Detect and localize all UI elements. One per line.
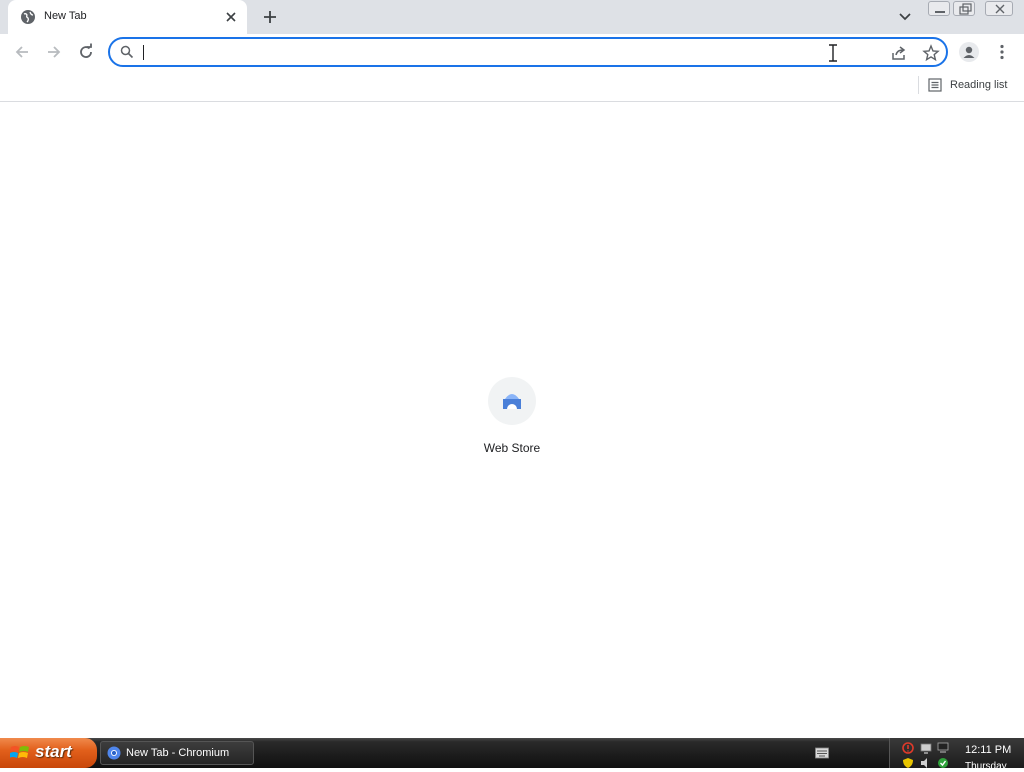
taskbar: start New Tab - Chromium 12:11 PM Thursd… [0,738,1024,772]
bookmark-star-icon[interactable] [922,44,940,62]
keyboard-icon[interactable] [815,747,829,759]
taskbar-window-button[interactable]: New Tab - Chromium [100,741,254,765]
update-icon[interactable] [937,757,949,769]
tab-strip: New Tab [0,0,1024,34]
back-icon[interactable] [12,42,32,62]
share-icon[interactable] [890,44,908,62]
search-icon [120,45,134,59]
system-tray: 12:11 PM Thursday [889,738,1024,772]
toolbar [0,34,1024,70]
network-icon[interactable] [920,742,932,754]
tab-new-tab[interactable]: New Tab [8,0,247,34]
clock-time: 12:11 PM [965,744,1012,756]
menu-kebab-icon[interactable] [992,42,1012,62]
web-store-icon [488,377,536,425]
reading-list-button[interactable]: Reading list [928,74,1007,96]
minimize-button[interactable] [928,1,950,16]
forward-icon[interactable] [44,42,64,62]
address-bar[interactable] [108,37,948,67]
text-caret [143,45,144,60]
taskbar-window-label: New Tab - Chromium [126,747,230,759]
chromium-icon [107,746,121,760]
text-cursor-icon [829,44,837,62]
shield-icon[interactable] [902,757,914,769]
monitor-icon[interactable] [937,742,949,754]
chevron-down-icon[interactable] [896,9,914,25]
tab-title: New Tab [44,10,87,22]
reading-list-label: Reading list [950,79,1008,91]
shortcut-label: Web Store [483,441,541,455]
globe-icon [21,10,35,24]
start-label: start [35,742,72,761]
bookmarks-divider [918,76,919,94]
security-alert-icon[interactable] [902,742,914,754]
reload-icon[interactable] [76,42,96,62]
close-icon[interactable] [223,9,239,25]
bookmarks-bar: Reading list [0,70,1024,102]
shortcut-web-store[interactable]: Web Store [472,375,552,461]
omnibox-input[interactable] [142,41,822,63]
new-tab-button[interactable] [260,7,280,27]
volume-icon[interactable] [920,757,932,769]
start-button[interactable]: start [0,738,97,768]
window-close-button[interactable] [985,1,1013,16]
windows-logo-icon [10,746,29,758]
clock-day: Thursday [965,761,1007,772]
restore-button[interactable] [953,1,975,16]
new-tab-page: Web Store [0,103,1024,738]
reading-list-icon [928,78,942,92]
profile-avatar-icon[interactable] [959,42,979,62]
